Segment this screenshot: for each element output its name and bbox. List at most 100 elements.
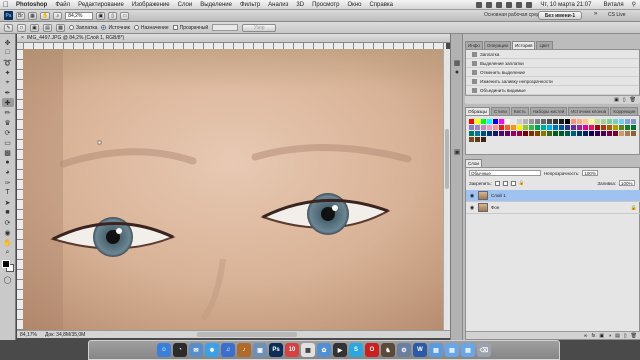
swatch-cell[interactable] xyxy=(475,119,480,124)
swatch-cell[interactable] xyxy=(613,119,618,124)
workspace-label[interactable]: Основная рабочая среда xyxy=(484,12,542,18)
swatch-cell[interactable] xyxy=(595,119,600,124)
swatch-cell[interactable] xyxy=(577,119,582,124)
itunes-icon[interactable]: ♫ xyxy=(221,343,235,357)
swatch-cell[interactable] xyxy=(583,125,588,130)
workspace-expand-icon[interactable]: » xyxy=(594,11,597,17)
lock-all-icon[interactable]: 🔒 xyxy=(519,180,525,186)
swatch-cell[interactable] xyxy=(613,131,618,136)
source-radio[interactable] xyxy=(101,25,107,30)
utility-icon[interactable]: ⚙ xyxy=(397,343,411,357)
view-extras-button[interactable]: ▣ xyxy=(96,11,106,20)
swatch-cell[interactable] xyxy=(487,125,492,130)
quick-mask-icon[interactable]: ◯ xyxy=(2,275,14,284)
lock-transparent-icon[interactable] xyxy=(494,180,500,186)
layer-style-icon[interactable]: fx xyxy=(591,333,595,339)
layer-name[interactable]: Слой 1 xyxy=(491,193,506,198)
opera-icon[interactable]: O xyxy=(365,343,379,357)
menu-analysis[interactable]: Анализ xyxy=(264,2,292,8)
option-source[interactable]: Источник xyxy=(101,25,130,31)
swatch-cell[interactable] xyxy=(631,125,636,130)
history-row[interactable]: Объединить видимые xyxy=(466,86,639,95)
color-swatches[interactable] xyxy=(1,260,14,272)
tab-brush[interactable]: Кисть xyxy=(510,107,529,115)
history-row[interactable]: Отменить выделение xyxy=(466,68,639,77)
swatch-cell[interactable] xyxy=(517,125,522,130)
opacity-field[interactable]: 100% xyxy=(582,170,599,176)
swatch-cell[interactable] xyxy=(523,131,528,136)
hand-tool-icon[interactable]: ✋ xyxy=(2,238,14,247)
bluetooth-icon[interactable] xyxy=(486,1,493,8)
add-mask-icon[interactable]: ▣ xyxy=(599,333,604,339)
panel-icon-3[interactable]: ▣ xyxy=(451,147,463,156)
menu-app-photoshop[interactable]: Photoshop xyxy=(12,2,51,8)
swatch-cell[interactable] xyxy=(505,125,510,130)
option-patch[interactable]: Заплатка xyxy=(69,25,97,31)
swatch-cell[interactable] xyxy=(487,131,492,136)
history-row[interactable]: Изменить заливку непрозрачности xyxy=(466,77,639,86)
pattern-swatch[interactable] xyxy=(212,24,239,31)
swatch-cell[interactable] xyxy=(517,131,522,136)
battery-icon[interactable] xyxy=(516,1,523,8)
cs-live-button[interactable]: CS Live xyxy=(608,12,626,18)
layer-row-selected[interactable]: ◉ Слой 1 xyxy=(466,190,640,202)
swatch-cell[interactable] xyxy=(499,119,504,124)
guitar-icon[interactable]: ♪ xyxy=(237,343,251,357)
blend-mode-select[interactable]: Обычные xyxy=(469,170,541,176)
fill-field[interactable]: 100% xyxy=(619,180,635,186)
swatch-cell[interactable] xyxy=(631,119,636,124)
layer-row[interactable]: ◉ Фон 🔒 xyxy=(466,202,640,214)
path-selection-tool-icon[interactable]: ➤ xyxy=(2,198,14,207)
swatch-cell[interactable] xyxy=(625,125,630,130)
menu-help[interactable]: Справка xyxy=(365,2,397,8)
swatch-cell[interactable] xyxy=(553,125,558,130)
zoom-status[interactable]: 84,17% xyxy=(20,332,37,338)
swatch-cell[interactable] xyxy=(553,131,558,136)
swatch-cell[interactable] xyxy=(571,125,576,130)
spotlight-icon[interactable]: ⚲ xyxy=(632,1,636,8)
swatch-cell[interactable] xyxy=(493,125,498,130)
eyedropper-tool-icon[interactable]: ✒ xyxy=(2,88,14,97)
swatch-cell[interactable] xyxy=(505,119,510,124)
preview-icon[interactable]: ▣ xyxy=(253,343,267,357)
gradient-tool-icon[interactable]: ▩ xyxy=(2,148,14,157)
swatch-cell[interactable] xyxy=(565,125,570,130)
swatch-cell[interactable] xyxy=(577,125,582,130)
swatch-cell[interactable] xyxy=(493,131,498,136)
swatch-cell[interactable] xyxy=(631,131,636,136)
word-icon[interactable]: W xyxy=(413,343,427,357)
swatch-cell[interactable] xyxy=(541,125,546,130)
use-pattern-button[interactable]: Узор xyxy=(242,23,277,32)
swatch-cell[interactable] xyxy=(601,131,606,136)
selection-mode-add[interactable]: ▣ xyxy=(30,23,39,32)
visibility-eye-icon[interactable]: ◉ xyxy=(469,205,475,211)
brush-tool-icon[interactable]: ✏ xyxy=(2,108,14,117)
swatch-cell[interactable] xyxy=(517,119,522,124)
adjustment-layer-icon[interactable]: ◑ xyxy=(608,333,611,339)
lasso-tool-icon[interactable]: ➰ xyxy=(2,58,14,67)
swatch-cell[interactable] xyxy=(559,125,564,130)
swatch-cell[interactable] xyxy=(493,119,498,124)
document-tab[interactable]: × IMG_4497.JPG @ 84,2% (Слой 1, RGB/8*) xyxy=(17,34,450,43)
swatch-cell[interactable] xyxy=(565,131,570,136)
selection-mode-subtract[interactable]: ▤ xyxy=(43,23,52,32)
swatch-cell[interactable] xyxy=(559,131,564,136)
swatch-cell[interactable] xyxy=(553,119,558,124)
finder-icon[interactable]: ☺ xyxy=(157,343,171,357)
selection-mode-intersect[interactable]: ▩ xyxy=(56,23,65,32)
face-photo[interactable] xyxy=(23,49,443,330)
safari-icon[interactable]: ✹ xyxy=(205,343,219,357)
menu-3d[interactable]: 3D xyxy=(292,2,308,8)
swatch-cell[interactable] xyxy=(607,119,612,124)
document-close-icon[interactable]: × xyxy=(21,35,24,41)
volume-icon[interactable] xyxy=(506,1,513,8)
history-row[interactable]: Выделение заплатки xyxy=(466,59,639,68)
swatch-cell[interactable] xyxy=(535,119,540,124)
tool-preset-picker[interactable]: ✎ xyxy=(4,23,13,32)
swatch-cell[interactable] xyxy=(613,125,618,130)
delete-state-icon[interactable]: 🗑 xyxy=(630,97,636,103)
swatch-cell[interactable] xyxy=(505,131,510,136)
ical-icon[interactable]: ▦ xyxy=(301,343,315,357)
blur-tool-icon[interactable]: ● xyxy=(2,158,14,167)
zoom-tool-icon[interactable]: ⌕ xyxy=(2,248,14,257)
